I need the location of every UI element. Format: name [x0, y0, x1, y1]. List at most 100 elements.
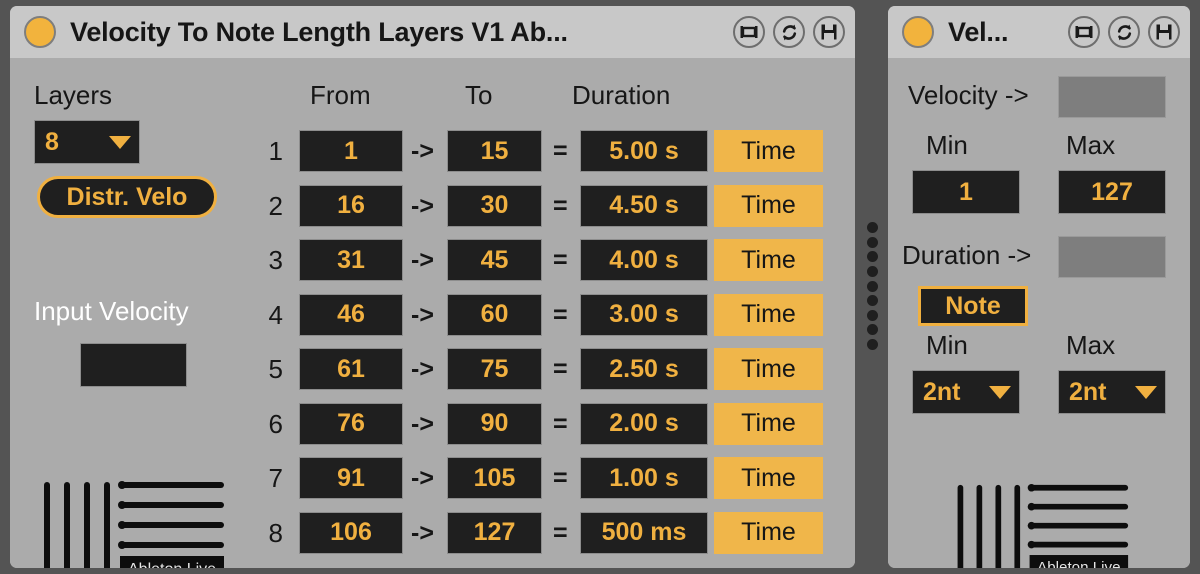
device-window-side: Vel... Velocity -> Min Max 1 127 Duratio… — [888, 6, 1190, 568]
duration-field[interactable]: 2.00 s — [580, 402, 708, 445]
row-index: 5 — [268, 354, 283, 384]
duration-field[interactable]: 3.00 s — [580, 293, 708, 336]
row-index: 3 — [268, 245, 283, 275]
velocity-output-meter — [1058, 76, 1166, 118]
save-icon[interactable] — [1148, 16, 1180, 48]
to-velocity-field[interactable]: 60 — [447, 293, 542, 336]
duration-field[interactable]: 4.00 s — [580, 239, 708, 281]
duration-mode-button[interactable]: Time — [714, 130, 823, 172]
duration-max-label: Max — [1066, 330, 1116, 360]
note-mode-button[interactable]: Note — [918, 286, 1028, 326]
velocity-min-label: Min — [926, 130, 968, 160]
device-window-main: Velocity To Note Length Layers V1 Ab... — [10, 6, 855, 568]
duration-min-dropdown[interactable]: 2nt — [912, 370, 1020, 414]
velocity-max-field[interactable]: 127 — [1058, 170, 1166, 214]
handle-dot — [866, 295, 878, 307]
reload-icon[interactable] — [773, 16, 805, 48]
from-velocity-field[interactable]: 16 — [299, 184, 403, 227]
duration-field[interactable]: 2.50 s — [580, 348, 708, 390]
ableton-drummer-logo: Ableton Live for Drummer AbletonDrummer.… — [36, 470, 226, 568]
from-velocity-field[interactable]: 106 — [299, 511, 403, 554]
to-velocity-field[interactable]: 127 — [447, 511, 542, 554]
velocity-min-field[interactable]: 1 — [912, 170, 1020, 214]
arrow-separator: -> — [411, 464, 434, 492]
handle-dot — [866, 236, 878, 248]
handle-dot — [866, 324, 878, 336]
to-velocity-field[interactable]: 90 — [447, 402, 542, 445]
from-velocity-field[interactable]: 46 — [299, 293, 403, 336]
device-status-dot-icon[interactable] — [24, 16, 56, 48]
layers-dropdown-value: 8 — [45, 127, 59, 156]
reload-icon[interactable] — [1108, 16, 1140, 48]
equals-separator: = — [553, 518, 568, 547]
chevron-down-icon — [989, 385, 1011, 399]
to-velocity-field[interactable]: 30 — [447, 184, 542, 227]
duration-max-value: 2nt — [1069, 377, 1107, 406]
column-header-to: To — [465, 80, 493, 110]
duration-field[interactable]: 500 ms — [580, 511, 708, 554]
from-velocity-field[interactable]: 76 — [299, 402, 403, 445]
duration-mode-button[interactable]: Time — [714, 239, 823, 281]
row-index: 2 — [268, 190, 283, 221]
duration-mode-button[interactable]: Time — [714, 402, 823, 445]
device-body-main: Layers 8 Distr. Velo Input Velocity From… — [10, 58, 855, 568]
svg-text:Ableton Live: Ableton Live — [128, 561, 216, 568]
layers-label: Layers — [34, 80, 113, 110]
duration-mode-button[interactable]: Time — [714, 348, 823, 390]
equals-separator: = — [553, 191, 568, 220]
equals-separator: = — [553, 300, 568, 329]
duration-min-label: Min — [926, 330, 968, 360]
chevron-down-icon — [109, 135, 131, 149]
row-index: 1 — [268, 136, 283, 166]
from-velocity-field[interactable]: 61 — [299, 348, 403, 390]
save-icon[interactable] — [813, 16, 845, 48]
layers-dropdown[interactable]: 8 — [34, 120, 140, 164]
titlebar-icon-group-side — [1068, 16, 1180, 48]
device-status-dot-icon[interactable] — [902, 16, 934, 48]
from-velocity-field[interactable]: 31 — [299, 239, 403, 281]
arrow-separator: -> — [411, 409, 434, 438]
arrow-separator: -> — [411, 355, 434, 383]
from-velocity-field[interactable]: 1 — [299, 130, 403, 172]
input-velocity-display — [80, 343, 187, 387]
duration-mode-button[interactable]: Time — [714, 457, 823, 499]
equals-separator: = — [553, 464, 568, 492]
arrow-separator: -> — [411, 518, 434, 547]
arrow-separator: -> — [411, 191, 434, 220]
device-stage: Velocity To Note Length Layers V1 Ab... — [0, 0, 1200, 574]
to-velocity-field[interactable]: 15 — [447, 130, 542, 172]
patcher-edit-icon[interactable] — [1068, 16, 1100, 48]
duration-mode-button[interactable]: Time — [714, 184, 823, 227]
duration-max-dropdown[interactable]: 2nt — [1058, 370, 1166, 414]
duration-field[interactable]: 5.00 s — [580, 130, 708, 172]
to-velocity-field[interactable]: 75 — [447, 348, 542, 390]
velocity-range-label: Velocity -> — [908, 80, 1029, 110]
column-header-duration: Duration — [572, 80, 671, 110]
chevron-down-icon — [1135, 385, 1157, 399]
device-title-side: Vel... — [948, 16, 1009, 47]
input-velocity-label: Input Velocity — [34, 296, 189, 326]
panel-drag-handle[interactable] — [862, 222, 882, 350]
from-velocity-field[interactable]: 91 — [299, 457, 403, 499]
duration-output-meter — [1058, 236, 1166, 278]
distribute-velocity-button[interactable]: Distr. Velo — [37, 176, 217, 218]
duration-field[interactable]: 1.00 s — [580, 457, 708, 499]
handle-dot — [866, 265, 878, 277]
duration-field[interactable]: 4.50 s — [580, 184, 708, 227]
equals-separator: = — [553, 137, 568, 165]
equals-separator: = — [553, 409, 568, 438]
handle-dot — [866, 251, 878, 263]
handle-dot — [866, 309, 878, 321]
to-velocity-field[interactable]: 45 — [447, 239, 542, 281]
equals-separator: = — [553, 355, 568, 383]
duration-range-label: Duration -> — [902, 240, 1032, 270]
arrow-separator: -> — [411, 300, 434, 329]
row-index: 8 — [268, 517, 283, 548]
column-header-from: From — [310, 80, 371, 110]
duration-mode-button[interactable]: Time — [714, 511, 823, 554]
to-velocity-field[interactable]: 105 — [447, 457, 542, 499]
row-index: 6 — [268, 408, 283, 439]
patcher-edit-icon[interactable] — [733, 16, 765, 48]
duration-mode-button[interactable]: Time — [714, 293, 823, 336]
arrow-separator: -> — [411, 246, 434, 274]
